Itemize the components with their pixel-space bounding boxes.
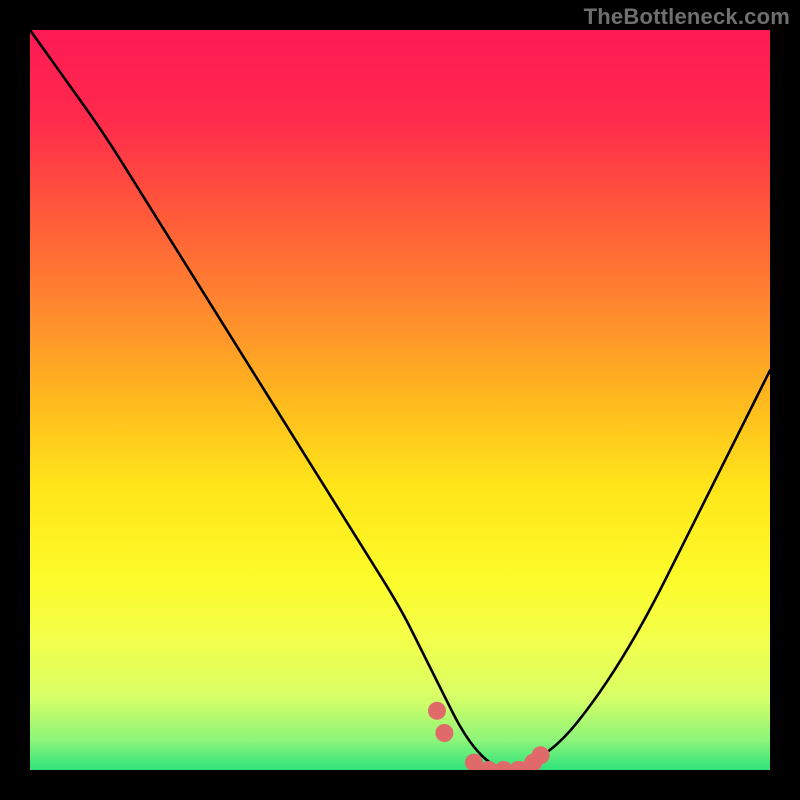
gradient-background <box>30 30 770 770</box>
plot-area <box>30 30 770 770</box>
marker-dot <box>532 746 550 764</box>
watermark-label: TheBottleneck.com <box>584 4 790 30</box>
chart-stage: TheBottleneck.com <box>0 0 800 800</box>
marker-dot <box>428 702 446 720</box>
marker-dot <box>435 724 453 742</box>
chart-svg <box>30 30 770 770</box>
